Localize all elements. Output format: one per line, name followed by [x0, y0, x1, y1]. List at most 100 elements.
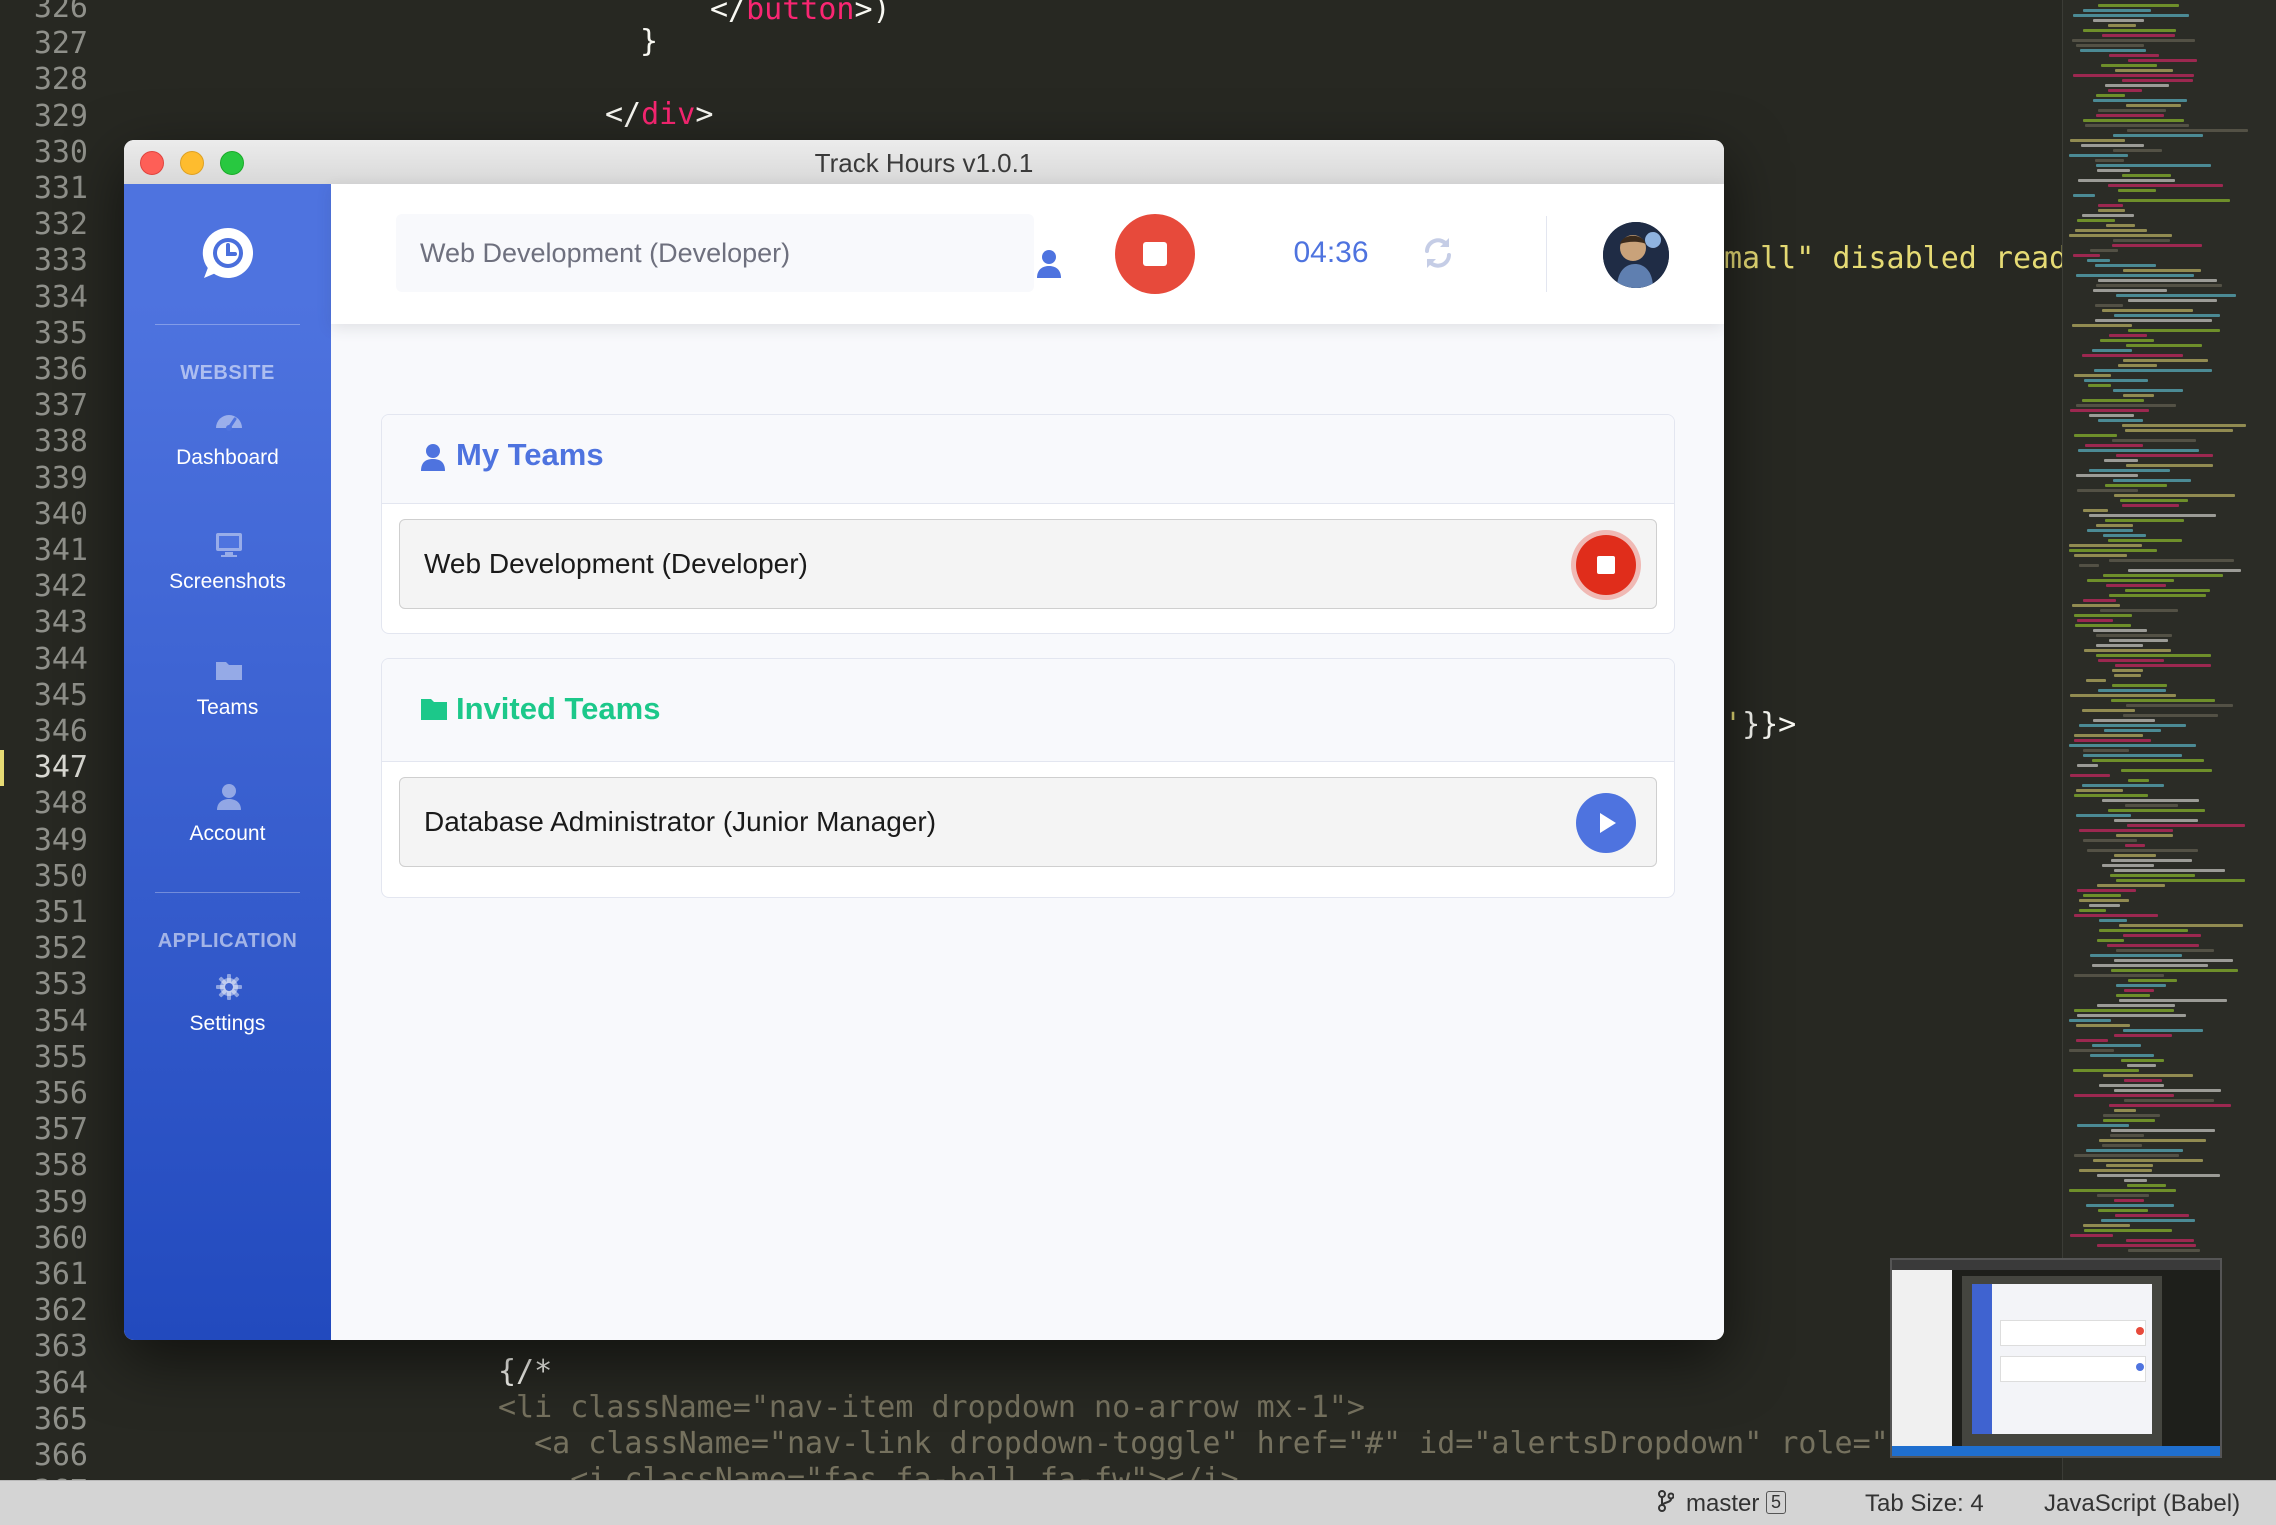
- minimap-line: [2093, 19, 2144, 22]
- minimap-line: [2127, 1064, 2156, 1067]
- minimap-line: [2107, 944, 2199, 947]
- minimap-line: [2089, 469, 2170, 472]
- line-number: 331: [33, 171, 88, 206]
- minimap-line: [2104, 729, 2161, 732]
- minimap-line: [2115, 664, 2211, 667]
- app-logo-icon[interactable]: [198, 224, 258, 284]
- minimap-line: [2128, 59, 2197, 62]
- minimap-line: [2108, 809, 2205, 812]
- team-row[interactable]: Database Administrator (Junior Manager): [399, 777, 1657, 867]
- minimap-line: [2113, 239, 2170, 242]
- line-number: 359: [33, 1184, 88, 1220]
- gear-icon: [214, 972, 244, 1002]
- minimap-line: [2081, 144, 2144, 147]
- minimap-line: [2080, 49, 2146, 52]
- minimap-line: [2109, 1104, 2231, 1107]
- minimap-line: [2113, 389, 2183, 392]
- minimap-line: [2111, 1129, 2215, 1132]
- minimap-line: [2114, 819, 2198, 822]
- minimap-line: [2079, 564, 2099, 567]
- line-number: 345: [33, 677, 88, 713]
- current-project-display[interactable]: Web Development (Developer): [396, 214, 1061, 292]
- line-number: 342: [33, 569, 88, 605]
- code-line: mall" disabled read: [1724, 241, 2068, 276]
- sidebar-item-account[interactable]: Account: [124, 770, 331, 880]
- minimap-line: [2090, 1054, 2154, 1057]
- minimap-line: [2082, 214, 2134, 217]
- minimap-line: [2093, 289, 2167, 292]
- minimap-line: [2124, 1179, 2147, 1182]
- minimap-line: [2074, 1009, 2174, 1012]
- minimap-line: [2103, 1119, 2155, 1122]
- sidebar-item-dashboard[interactable]: Dashboard: [124, 394, 331, 504]
- sidebar-item-settings[interactable]: Settings: [124, 960, 331, 1070]
- minimap-line: [2070, 774, 2110, 777]
- minimap-line: [2086, 679, 2106, 682]
- line-number: 336: [33, 352, 88, 387]
- minimap-line: [2108, 24, 2136, 27]
- minimap-line: [2112, 669, 2143, 672]
- line-number: 349: [33, 822, 88, 858]
- minimap-line: [2096, 654, 2211, 657]
- minimap-line: [2088, 384, 2111, 387]
- sidebar-item-screenshots[interactable]: Screenshots: [124, 518, 331, 628]
- play-icon: [1600, 813, 1616, 833]
- minimap-line: [2082, 399, 2144, 402]
- minimap-line: [2089, 904, 2120, 907]
- start-team-timer-button[interactable]: [1576, 793, 1636, 853]
- minimap-line: [2069, 1019, 2111, 1022]
- minimap-line: [2122, 174, 2171, 177]
- line-number: 366: [33, 1438, 88, 1473]
- avatar[interactable]: [1603, 222, 1669, 288]
- line-number: 361: [33, 1257, 88, 1292]
- minimap-line: [2072, 604, 2120, 607]
- minimap-line: [2087, 849, 2198, 852]
- sync-icon[interactable]: [1419, 234, 1457, 272]
- minimap-line: [2070, 409, 2149, 412]
- minimap-line: [2074, 794, 2148, 797]
- team-name: Web Development (Developer): [424, 548, 808, 579]
- minimap-line: [2083, 1224, 2130, 1227]
- line-number: 352: [33, 931, 88, 967]
- sidebar-item-teams[interactable]: Teams: [124, 644, 331, 754]
- line-number: 341: [33, 533, 88, 568]
- user-icon: [214, 782, 244, 812]
- line-number: 365: [33, 1401, 88, 1437]
- screenshot-thumbnail[interactable]: [1890, 1258, 2222, 1458]
- minimap-line: [2069, 1049, 2114, 1052]
- minimap-line: [2082, 709, 2135, 712]
- minimap-line: [2116, 879, 2245, 882]
- minimap-line: [2069, 1189, 2176, 1192]
- team-row[interactable]: Web Development (Developer): [399, 519, 1657, 609]
- minimap-line: [2110, 1134, 2144, 1137]
- minimap-line: [2074, 614, 2132, 617]
- syntax-language[interactable]: JavaScript (Babel): [2044, 1490, 2240, 1518]
- minimap-line: [2083, 754, 2182, 757]
- window-titlebar[interactable]: Track Hours v1.0.1: [124, 140, 1724, 185]
- minimap-line: [2102, 34, 2175, 37]
- minimap-line: [2124, 989, 2154, 992]
- editor-status-bar: master 5 Tab Size: 4 JavaScript (Babel): [0, 1480, 2276, 1525]
- minimap-line: [2085, 444, 2143, 447]
- minimap-line: [2106, 1164, 2153, 1167]
- minimap-line: [2076, 274, 2194, 277]
- minimap-line: [2074, 734, 2143, 737]
- line-number: 348: [33, 786, 88, 822]
- minimap-line: [2072, 324, 2132, 327]
- minimap-line: [2128, 979, 2177, 982]
- minimap-line: [2127, 824, 2245, 827]
- stop-team-timer-button[interactable]: [1576, 535, 1636, 595]
- minimap-line: [2122, 424, 2246, 427]
- minimap-line: [2077, 764, 2098, 767]
- main-content: Web Development (Developer) 04:36 My Tea…: [331, 184, 1724, 1340]
- line-number: 344: [33, 641, 88, 677]
- invited-teams-card-header: Invited Teams: [382, 659, 1674, 762]
- tab-size[interactable]: Tab Size: 4: [1865, 1490, 1984, 1518]
- git-branch[interactable]: master: [1686, 1490, 1759, 1518]
- minimap-line: [2105, 484, 2167, 487]
- minimap-line: [2114, 494, 2235, 497]
- minimap-line: [2114, 959, 2233, 962]
- minimap-line: [2092, 349, 2132, 352]
- stop-timer-button[interactable]: [1115, 214, 1195, 294]
- minimap-line: [2074, 554, 2127, 557]
